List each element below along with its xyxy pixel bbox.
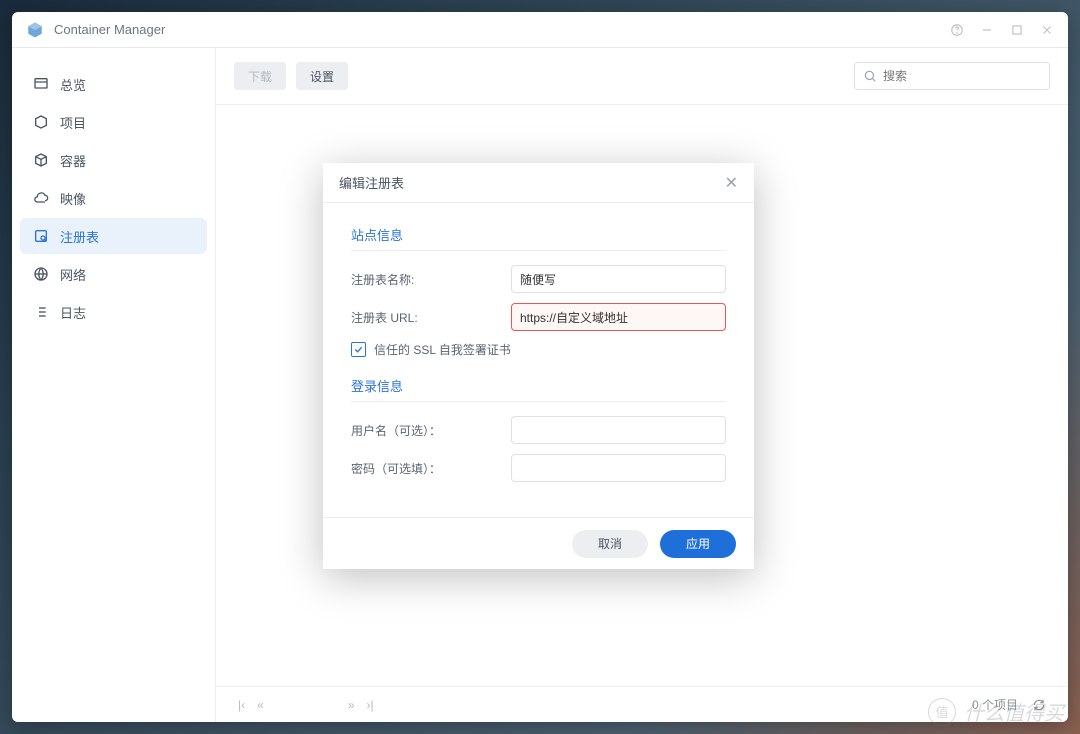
- edit-registry-modal: 编辑注册表 ✕ 站点信息 注册表名称: 注册表 URL: 信任的 SSL 自我签…: [323, 163, 754, 569]
- search-icon: [863, 69, 877, 83]
- log-icon: [32, 303, 50, 321]
- username-input[interactable]: [511, 416, 726, 444]
- page-last-icon[interactable]: ›|: [367, 698, 374, 712]
- sidebar-item-network[interactable]: 网络: [20, 256, 207, 292]
- modal-title: 编辑注册表: [339, 173, 404, 192]
- modal-footer: 取消 应用: [323, 517, 754, 569]
- trust-ssl-row[interactable]: 信任的 SSL 自我签署证书: [351, 341, 726, 358]
- section-login-info: 登录信息: [351, 376, 726, 395]
- sidebar-item-overview[interactable]: 总览: [20, 66, 207, 102]
- sidebar-item-label: 网络: [60, 265, 86, 284]
- page-first-icon[interactable]: |‹: [238, 698, 245, 712]
- sidebar-item-registry[interactable]: 注册表: [20, 218, 207, 254]
- sidebar-item-label: 容器: [60, 151, 86, 170]
- registry-url-label: 注册表 URL:: [351, 309, 511, 326]
- sidebar-item-label: 项目: [60, 113, 86, 132]
- toolbar: 下载 设置: [216, 48, 1068, 104]
- dashboard-icon: [32, 75, 50, 93]
- sidebar-item-label: 映像: [60, 189, 86, 208]
- modal-header: 编辑注册表 ✕: [323, 163, 754, 203]
- registry-url-input[interactable]: [511, 303, 726, 331]
- registry-icon: [32, 227, 50, 245]
- help-icon[interactable]: [950, 23, 964, 37]
- sidebar-item-project[interactable]: 项目: [20, 104, 207, 140]
- password-label: 密码（可选填）：: [351, 460, 511, 477]
- username-label: 用户名（可选）：: [351, 422, 511, 439]
- maximize-icon[interactable]: [1010, 23, 1024, 37]
- sidebar-item-label: 注册表: [60, 227, 99, 246]
- apply-button[interactable]: 应用: [660, 530, 736, 558]
- sidebar-item-log[interactable]: 日志: [20, 294, 207, 330]
- container-icon: [32, 151, 50, 169]
- project-icon: [32, 113, 50, 131]
- window-controls: [950, 23, 1054, 37]
- checkbox-checked-icon[interactable]: [351, 342, 366, 357]
- modal-close-icon[interactable]: ✕: [725, 173, 738, 193]
- trust-ssl-label: 信任的 SSL 自我签署证书: [374, 341, 511, 358]
- modal-body: 站点信息 注册表名称: 注册表 URL: 信任的 SSL 自我签署证书 登录信息…: [323, 203, 754, 517]
- registry-name-label: 注册表名称:: [351, 271, 511, 288]
- pager: |‹ « » ›|: [238, 698, 374, 712]
- page-next-icon[interactable]: »: [348, 698, 355, 712]
- minimize-icon[interactable]: [980, 23, 994, 37]
- titlebar: Container Manager: [12, 12, 1068, 48]
- download-button[interactable]: 下载: [234, 62, 286, 90]
- app-icon: [26, 21, 44, 39]
- sidebar-item-container[interactable]: 容器: [20, 142, 207, 178]
- section-site-info: 站点信息: [351, 225, 726, 244]
- page-prev-icon[interactable]: «: [257, 698, 264, 712]
- reload-icon[interactable]: [1032, 698, 1046, 712]
- cancel-button[interactable]: 取消: [572, 530, 648, 558]
- cloud-icon: [32, 189, 50, 207]
- search-input[interactable]: [883, 69, 1041, 83]
- network-icon: [32, 265, 50, 283]
- close-icon[interactable]: [1040, 23, 1054, 37]
- registry-name-input[interactable]: [511, 265, 726, 293]
- item-count: 0 个项目: [972, 696, 1018, 713]
- search-box[interactable]: [854, 62, 1050, 90]
- password-input[interactable]: [511, 454, 726, 482]
- settings-button[interactable]: 设置: [296, 62, 348, 90]
- app-title: Container Manager: [54, 22, 950, 37]
- footer: |‹ « » ›| 0 个项目: [216, 686, 1068, 722]
- sidebar-item-label: 总览: [60, 75, 86, 94]
- sidebar: 总览 项目 容器 映像 注册表 网络: [12, 48, 216, 722]
- sidebar-item-image[interactable]: 映像: [20, 180, 207, 216]
- sidebar-item-label: 日志: [60, 303, 86, 322]
